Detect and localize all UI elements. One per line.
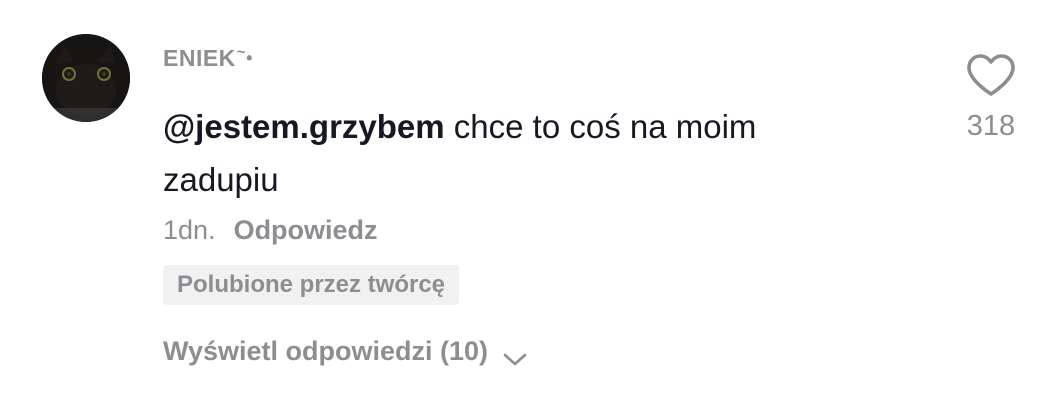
comment-item: ENIEK~• @jestem.grzybem chce to coś na m… (0, 0, 1060, 407)
like-button[interactable]: 318 (960, 52, 1022, 143)
view-replies-button[interactable]: Wyświetl odpowiedzi (10) (163, 336, 528, 367)
comment-text: @jestem.grzybem chce to coś na moim zadu… (163, 100, 863, 206)
username[interactable]: ENIEK~• (163, 44, 253, 72)
black-cat-avatar-icon (42, 34, 130, 122)
comment-time: 1dn. (163, 215, 216, 245)
username-dot: • (246, 48, 253, 68)
heart-outline-icon (960, 52, 1022, 98)
chevron-down-icon (502, 344, 528, 365)
username-text: ENIEK (163, 45, 236, 71)
like-count: 318 (966, 110, 1016, 142)
view-replies-label: Wyświetl odpowiedzi (10) (163, 336, 489, 366)
comment-meta: 1dn. Odpowiedz (163, 215, 378, 246)
creator-liked-badge: Polubione przez twórcę (163, 265, 460, 305)
reply-button[interactable]: Odpowiedz (234, 215, 378, 245)
avatar[interactable] (42, 34, 130, 122)
mention-link[interactable]: @jestem.grzybem (163, 108, 445, 145)
username-decoration: ~ (236, 44, 247, 61)
